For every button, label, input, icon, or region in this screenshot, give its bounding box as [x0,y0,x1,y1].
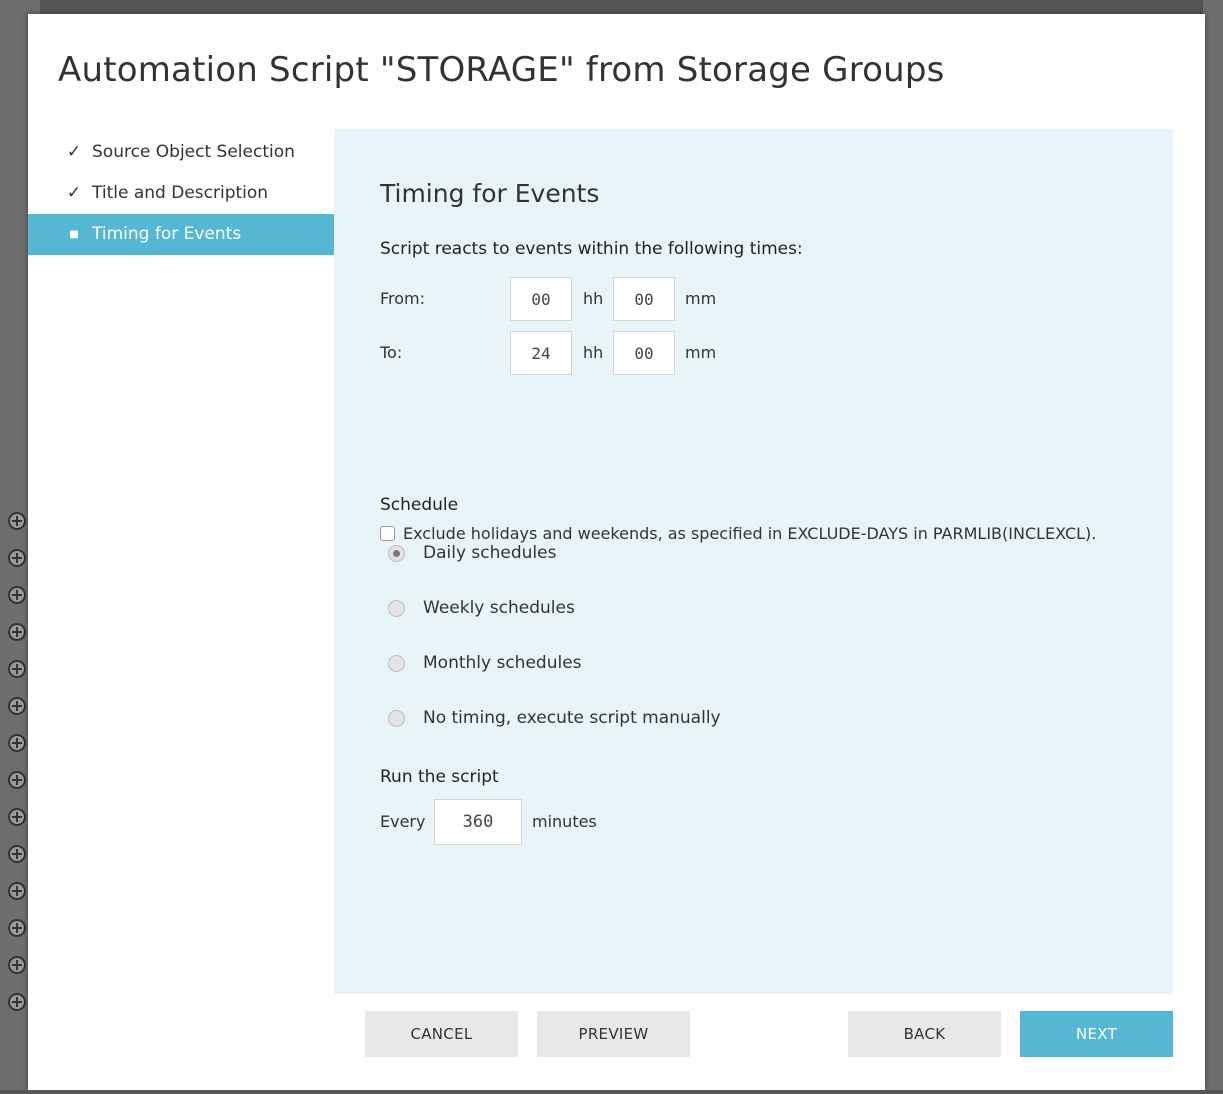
next-button[interactable]: NEXT [1020,1011,1173,1057]
expand-icon [8,882,26,900]
run-unit-label: minutes [532,812,597,831]
schedule-option-manual[interactable]: No timing, execute script manually [388,708,721,728]
from-hours-input[interactable] [510,277,572,321]
to-mm-unit: mm [685,343,717,362]
from-minutes-input[interactable] [613,277,675,321]
background-app-footer [0,1090,1223,1094]
bullet-icon: ■ [69,229,79,240]
step-label: Timing for Events [92,224,242,244]
radio-weekly[interactable] [388,599,405,617]
step-title-and-description[interactable]: ✓ Title and Description [28,173,334,214]
dialog-title: Automation Script "STORAGE" from Storage… [58,50,945,90]
expand-icon [8,549,26,567]
wizard-steps: ✓ Source Object Selection ✓ Title and De… [28,132,334,255]
background-expand-icons [8,512,28,1030]
panel-title: Timing for Events [380,179,600,208]
cancel-button[interactable]: CANCEL [365,1011,518,1057]
expand-icon [8,808,26,826]
radio-label: Weekly schedules [423,598,575,618]
radio-monthly[interactable] [388,654,405,672]
expand-icon [8,993,26,1011]
exclude-holidays-checkbox[interactable] [380,526,395,541]
to-hours-input[interactable] [510,331,572,375]
wizard-dialog: Automation Script "STORAGE" from Storage… [28,14,1205,1090]
radio-label: Monthly schedules [423,653,582,673]
background-app-right [1203,0,1223,1094]
schedule-option-monthly[interactable]: Monthly schedules [388,653,582,673]
expand-icon [8,771,26,789]
to-label: To: [380,343,403,362]
check-icon: ✓ [66,183,82,203]
step-timing-for-events[interactable]: ■ Timing for Events [28,214,334,255]
expand-icon [8,660,26,678]
run-heading: Run the script [380,767,499,787]
expand-icon [8,734,26,752]
to-hh-unit: hh [583,343,604,362]
run-interval-input[interactable] [434,799,522,845]
expand-icon [8,697,26,715]
times-heading: Script reacts to events within the follo… [380,239,803,259]
expand-icon [8,919,26,937]
schedule-option-daily[interactable]: Daily schedules [388,543,556,563]
check-icon: ✓ [66,142,82,162]
run-every-label: Every [380,812,426,831]
from-hh-unit: hh [583,289,604,308]
radio-manual[interactable] [388,709,405,727]
schedule-option-weekly[interactable]: Weekly schedules [388,598,575,618]
radio-label: No timing, execute script manually [423,708,721,728]
exclude-holidays-row[interactable]: Exclude holidays and weekends, as specif… [380,524,1096,543]
expand-icon [8,956,26,974]
preview-button[interactable]: PREVIEW [537,1011,690,1057]
timing-panel: Timing for Events Script reacts to event… [334,129,1173,994]
exclude-holidays-label: Exclude holidays and weekends, as specif… [403,524,1097,543]
radio-daily[interactable] [388,544,405,562]
schedule-heading: Schedule [380,495,459,515]
background-app-header [0,0,1223,14]
expand-icon [8,512,26,530]
radio-label: Daily schedules [423,543,557,563]
from-label: From: [380,289,426,308]
step-label: Title and Description [92,183,269,203]
from-mm-unit: mm [685,289,717,308]
expand-icon [8,586,26,604]
back-button[interactable]: BACK [848,1011,1001,1057]
expand-icon [8,845,26,863]
step-label: Source Object Selection [92,142,295,162]
to-minutes-input[interactable] [613,331,675,375]
step-source-object-selection[interactable]: ✓ Source Object Selection [28,132,334,173]
expand-icon [8,623,26,641]
